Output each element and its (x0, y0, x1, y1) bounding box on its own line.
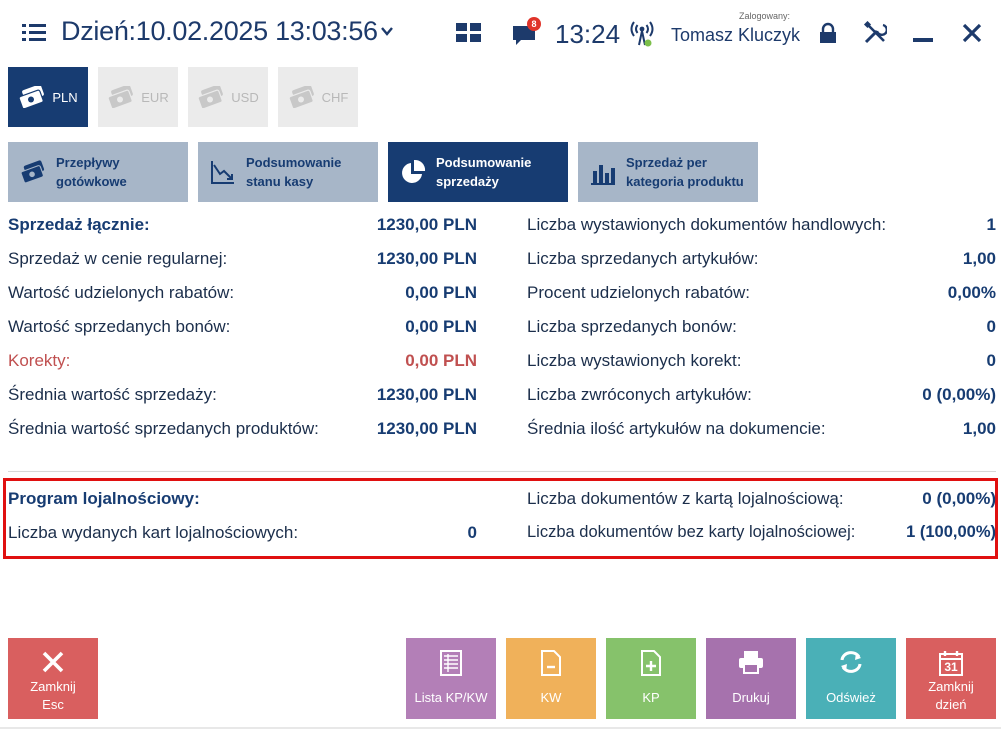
avg-items-per-document-label: Średnia ilość artykułów na dokumencie: (527, 419, 826, 438)
logged-in-label: Zalogowany: (739, 11, 791, 21)
refresh-icon (840, 651, 862, 673)
close-window-icon[interactable] (961, 22, 983, 44)
average-sale-value: 1230,00 PLN (376, 385, 477, 404)
documents-without-card-value: 1 (100,00%) (906, 523, 996, 541)
cash-documents-list-button[interactable]: Lista KP/KW (406, 638, 496, 719)
returned-items-count-value: 0 (0,00%) (922, 385, 996, 404)
banknote-icon (288, 86, 314, 108)
corrections-label: Korekty: (8, 351, 71, 370)
currency-tile-usd[interactable]: USD (188, 67, 268, 127)
discounts-value-label: Wartość udzielonych rabatów: (8, 283, 235, 302)
discounts-value: 0,00 PLN (405, 283, 477, 302)
lock-icon[interactable] (817, 22, 839, 44)
total-sales-label: Sprzedaż łącznie: (8, 215, 150, 234)
total-sales-value: 1230,00 PLN (376, 215, 477, 234)
currency-label: USD (231, 89, 259, 105)
kp-button[interactable]: KP (606, 638, 696, 719)
print-button[interactable]: Drukuj (706, 638, 796, 719)
sold-vouchers-count-label: Liczba sprzedanych bonów: (527, 317, 737, 336)
button-label: Odśwież (826, 690, 876, 705)
chart-down-icon (211, 161, 234, 184)
tab-label: Podsumowanie sprzedaży (436, 155, 532, 189)
pie-chart-icon (402, 159, 426, 183)
list-document-icon (440, 650, 462, 676)
document-minus-icon (541, 650, 561, 676)
currency-tile-pln[interactable]: PLN (8, 67, 88, 127)
loyalty-cards-issued-value: 0 (467, 523, 477, 542)
connection-antenna-icon (630, 21, 654, 47)
currency-label: EUR (141, 89, 169, 105)
button-label: Drukuj (732, 690, 770, 705)
regular-price-sales-value: 1230,00 PLN (376, 249, 477, 268)
printer-icon (739, 651, 763, 674)
close-day-button[interactable]: 31 Zamknij dzień (906, 638, 996, 719)
currency-tile-eur[interactable]: EUR (98, 67, 178, 127)
discount-percent-value: 0,00% (947, 283, 996, 302)
button-label: KW (540, 690, 562, 705)
calendar-icon: 31 (939, 650, 963, 676)
sold-vouchers-count-value: 0 (986, 317, 996, 336)
regular-price-sales-label: Sprzedaż w cenie regularnej: (8, 249, 228, 268)
calendar-day-number: 31 (944, 660, 958, 674)
documents-with-card-value: 0 (0,00%) (922, 489, 996, 508)
sold-items-count-value: 1,00 (962, 249, 996, 268)
tab-sales-summary[interactable]: Podsumowanie sprzedaży (388, 142, 568, 202)
corrections-count-value: 0 (986, 351, 996, 370)
day-datetime: Dzień:10.02.2025 13:03:56 (61, 16, 378, 46)
banknote-icon (197, 86, 224, 108)
trade-documents-count-value: 1 (986, 215, 996, 234)
button-label: Zamknij dzień (928, 679, 974, 712)
close-icon (42, 651, 64, 673)
trade-documents-count-label: Liczba wystawionych dokumentów handlowyc… (527, 215, 887, 234)
returned-items-count-label: Liczba zwróconych artykułów: (527, 385, 752, 404)
tab-cash-flows[interactable]: Przepływy gotówkowe (8, 142, 188, 202)
kw-button[interactable]: KW (506, 638, 596, 719)
button-label: KP (642, 690, 660, 705)
currency-label: CHF (321, 89, 349, 105)
vouchers-value: 0,00 PLN (405, 317, 477, 336)
top-bar: Dzień:10.02.2025 13:03:56 8 13:24 Zalogo… (0, 0, 1001, 66)
corrections-value: 0,00 PLN (405, 351, 477, 370)
average-product-value: 1230,00 PLN (376, 419, 477, 438)
menu-icon[interactable] (22, 24, 46, 42)
chevron-down-icon[interactable] (380, 24, 394, 38)
documents-without-card-label: Liczba dokumentów bez karty lojalnościow… (527, 523, 856, 541)
button-label: Zamknij Esc (30, 679, 76, 712)
average-sale-label: Średnia wartość sprzedaży: (8, 385, 217, 404)
tab-cash-summary[interactable]: Podsumowanie stanu kasy (198, 142, 378, 202)
currency-label: PLN (52, 89, 78, 105)
document-plus-icon (641, 650, 661, 676)
tools-icon[interactable] (863, 21, 887, 45)
banknote-icon (107, 86, 134, 108)
documents-with-card-label: Liczba dokumentów z kartą lojalnościową: (527, 489, 844, 508)
refresh-button[interactable]: Odśwież (806, 638, 896, 719)
discount-percent-label: Procent udzielonych rabatów: (527, 283, 751, 302)
tab-label: Przepływy gotówkowe (56, 155, 127, 189)
bar-chart-icon (591, 165, 615, 185)
currency-tile-chf[interactable]: CHF (278, 67, 358, 127)
close-button[interactable]: Zamknij Esc (8, 638, 98, 719)
messages-badge: 8 (527, 17, 541, 31)
cash-flow-icon (20, 160, 45, 184)
button-label: Lista KP/KW (414, 690, 488, 705)
banknote-icon (18, 86, 45, 108)
tab-label: Sprzedaż per kategoria produktu (626, 155, 744, 189)
tab-label: Podsumowanie stanu kasy (246, 155, 342, 189)
corrections-count-label: Liczba wystawionych korekt: (527, 351, 742, 370)
average-product-value-label: Średnia wartość sprzedanych produktów: (8, 419, 319, 438)
clock: 13:24 (555, 19, 621, 49)
tab-sales-per-category[interactable]: Sprzedaż per kategoria produktu (578, 142, 758, 202)
vouchers-value-label: Wartość sprzedanych bonów: (8, 317, 231, 336)
sold-items-count-label: Liczba sprzedanych artykułów: (527, 249, 759, 268)
loyalty-program-title: Program lojalnościowy: (8, 489, 200, 508)
grid-icon[interactable] (456, 23, 482, 43)
minimize-icon[interactable] (913, 38, 933, 42)
section-divider (8, 471, 996, 472)
avg-items-per-document-value: 1,00 (962, 419, 996, 438)
user-name: Tomasz Kluczyk (671, 25, 801, 45)
loyalty-cards-issued-label: Liczba wydanych kart lojalnościowych: (8, 523, 299, 542)
